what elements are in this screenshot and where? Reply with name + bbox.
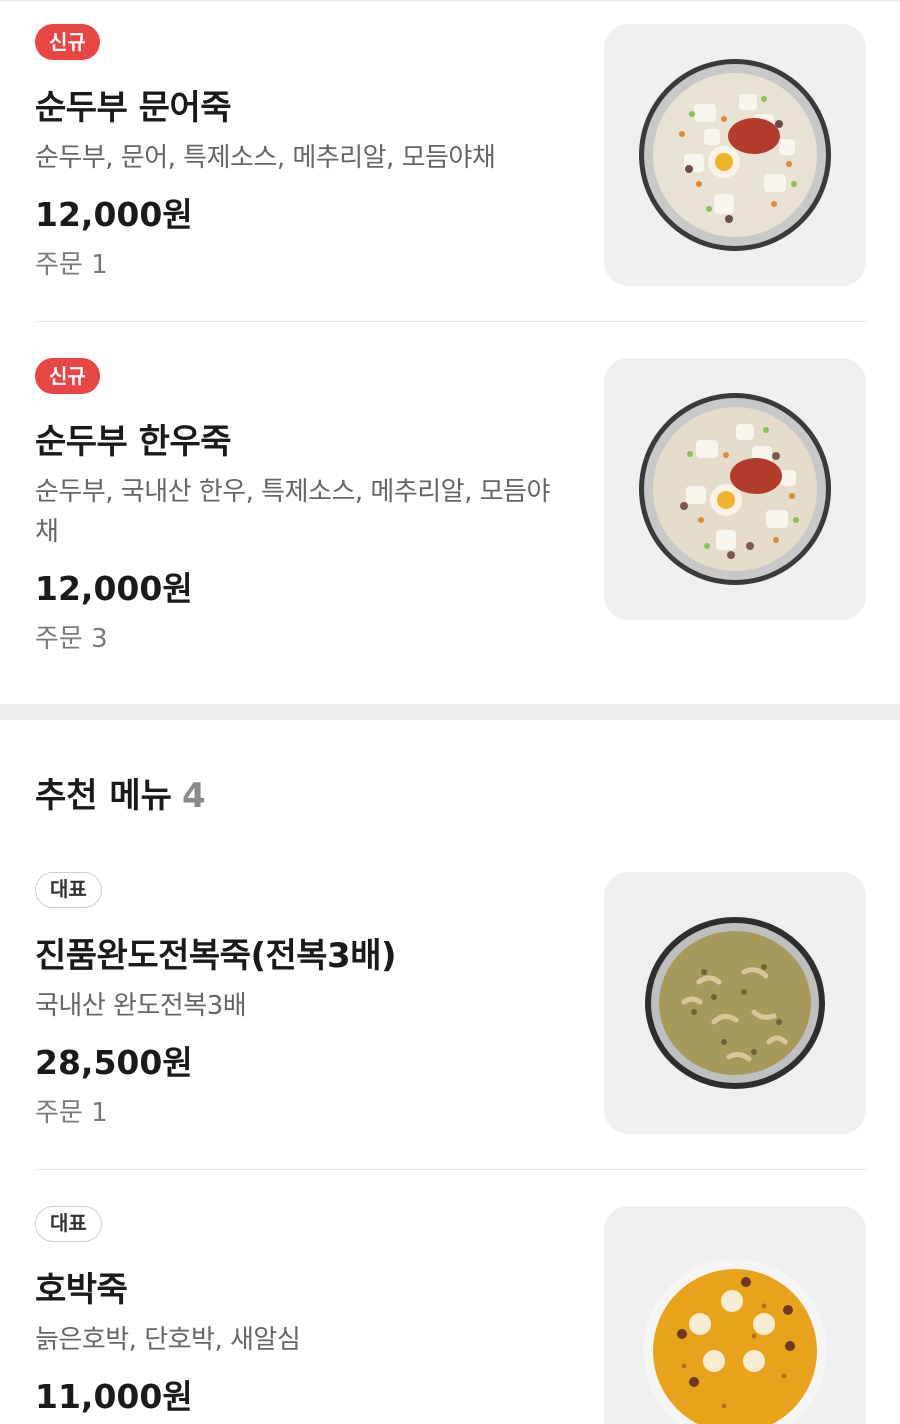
menu-item-price: 11,000원 [35,1377,193,1416]
menu-item-image[interactable] [604,24,866,286]
top-divider [0,0,900,2]
abalone-porridge-image [645,917,825,1089]
menu-item-price: 28,500원 [35,1043,193,1082]
item-divider [35,321,866,322]
menu-item-order-count: 주문 3 [35,624,108,654]
section-item-count: 4 [181,776,206,816]
menu-item-description: 순두부, 국내산 한우, 특제소스, 메추리알, 모듬야채 [35,477,550,547]
tofu-porridge-image [639,59,831,251]
new-badge: 신규 [35,358,100,394]
menu-item-image[interactable] [604,358,866,620]
best-badge: 대표 [35,872,102,908]
menu-item-price: 12,000원 [35,569,193,608]
best-badge: 대표 [35,1206,102,1242]
menu-item-order-count: 주문 1 [35,1098,108,1128]
menu-item-name: 호박죽 [35,1270,128,1310]
tofu-beef-porridge-image [639,393,831,585]
menu-item-image[interactable] [604,872,866,1134]
menu-item-price: 12,000원 [35,195,193,234]
pumpkin-porridge-image [643,1259,827,1424]
menu-item-image[interactable] [604,1206,866,1424]
section-separator [0,704,900,720]
menu-item-name: 순두부 문어죽 [35,88,232,128]
menu-item-name: 순두부 한우죽 [35,422,232,462]
menu-item-name: 진품완도전복죽(전복3배) [35,936,397,976]
menu-item-description: 순두부, 문어, 특제소스, 메추리알, 모듬야채 [35,143,496,173]
item-divider [35,1169,866,1170]
recommended-menu-title: 추천 메뉴 4 [35,768,206,817]
menu-item-description: 늙은호박, 단호박, 새알심 [35,1325,301,1355]
menu-item-order-count: 주문 1 [35,250,108,280]
new-badge: 신규 [35,24,100,60]
section-title-text: 추천 메뉴 [35,776,172,816]
menu-item-description: 국내산 완도전복3배 [35,991,247,1021]
